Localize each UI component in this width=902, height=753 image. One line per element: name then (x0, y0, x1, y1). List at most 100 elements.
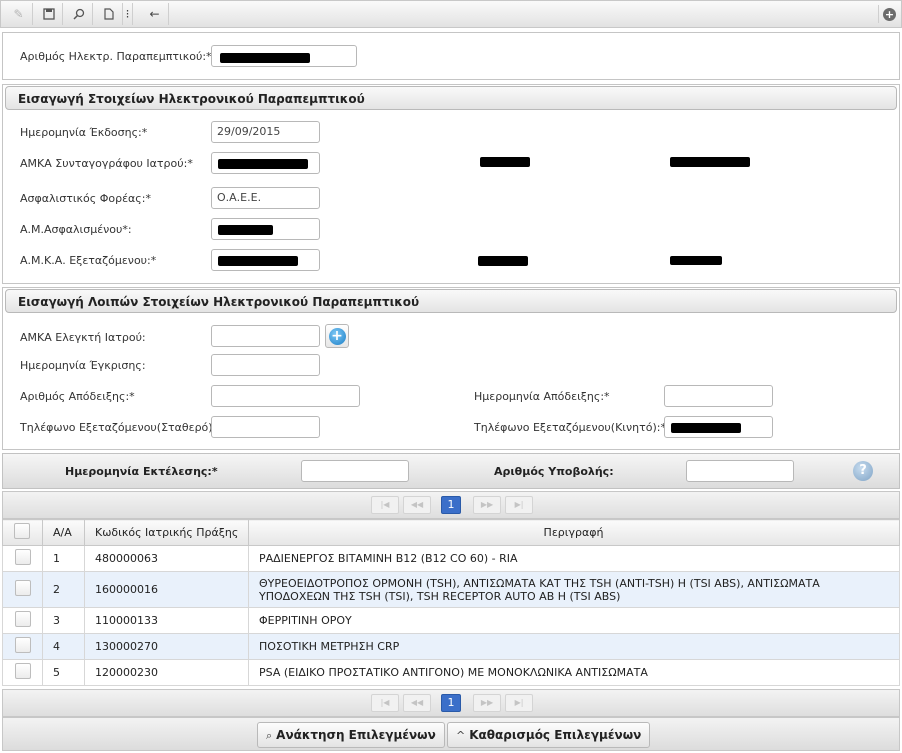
next-page-button[interactable]: ▶▶ (473, 496, 501, 514)
row-aa: 1 (42, 545, 85, 572)
redacted-text (220, 53, 310, 63)
submission-number-label: Αριθμός Υποβολής: (494, 465, 614, 478)
select-all-header[interactable] (2, 519, 43, 546)
add-circle-icon[interactable]: + (878, 5, 896, 23)
new-document-icon[interactable] (95, 3, 123, 25)
redacted-text (480, 157, 530, 167)
row-code: 480000063 (84, 545, 249, 572)
last-page-button[interactable]: ▶| (505, 694, 533, 712)
first-page-button[interactable]: |◀ (371, 496, 399, 514)
row-aa: 2 (42, 571, 85, 608)
patient-amka-input[interactable] (211, 249, 320, 271)
search-icon[interactable] (65, 3, 93, 25)
search-icon: ⌕ (266, 729, 273, 742)
row-aa: 4 (42, 633, 85, 660)
clear-selected-button[interactable]: ^ Καθαρισμός Επιλεγμένων (447, 722, 651, 748)
row-code: 160000016 (84, 571, 249, 608)
insured-number-input[interactable] (211, 218, 320, 240)
add-auditor-button[interactable]: + (325, 324, 349, 348)
filter-bar: Ημερομηνία Εκτέλεσης:* Αριθμός Υποβολής:… (2, 453, 900, 489)
procedures-table: Α/Α Κωδικός Ιατρικής Πράξης Περιγραφή 1 … (2, 519, 900, 686)
redacted-text (671, 423, 741, 433)
row-checkbox[interactable] (14, 611, 31, 627)
last-page-button[interactable]: ▶| (505, 496, 533, 514)
other-section-title: Εισαγωγή Λοιπών Στοιχείων Ηλεκτρονικού Π… (5, 289, 897, 313)
row-select-cell[interactable] (2, 607, 43, 634)
referral-number-input[interactable] (211, 45, 357, 67)
retrieve-selected-button[interactable]: ⌕ Ανάκτηση Επιλεγμένων (257, 722, 445, 748)
prescriber-amka-input[interactable] (211, 152, 320, 174)
issue-date-label: Ημερομηνία Έκδοσης:* (20, 126, 148, 139)
first-page-button[interactable]: |◀ (371, 694, 399, 712)
redacted-text (218, 225, 273, 235)
receipt-number-input[interactable] (211, 385, 360, 407)
redacted-text (218, 256, 298, 266)
row-description: PSA (ΕΙΔΙΚΟ ΠΡΟΣΤΑΤΙΚΟ ΑΝΤΙΓΟΝΟ) ΜΕ ΜΟΝΟ… (248, 659, 900, 686)
row-select-cell[interactable] (2, 545, 43, 572)
row-description: ΦΕΡΡΙΤΙΝΗ ΟΡΟΥ (248, 607, 900, 634)
approval-date-input[interactable] (211, 354, 320, 376)
row-checkbox[interactable] (14, 637, 31, 653)
row-aa: 5 (42, 659, 85, 686)
entry-section-title: Εισαγωγή Στοιχείων Ηλεκτρονικού Παραπεμπ… (5, 86, 897, 110)
patient-amka-label: Α.Μ.Κ.Α. Εξεταζόμενου:* (20, 254, 157, 267)
separator-icon: ⁝ (123, 3, 133, 25)
table-row[interactable]: 5 120000230 PSA (ΕΙΔΙΚΟ ΠΡΟΣΤΑΤΙΚΟ ΑΝΤΙΓ… (2, 659, 900, 686)
row-code: 110000133 (84, 607, 249, 634)
save-icon[interactable] (35, 3, 63, 25)
table-row[interactable]: 2 160000016 ΘΥΡΕΟΕΙΔΟΤΡΟΠΟΣ ΟΡΜΟΝΗ (TSH)… (2, 571, 900, 608)
current-page-button[interactable]: 1 (441, 694, 461, 712)
column-header-description[interactable]: Περιγραφή (248, 519, 900, 546)
receipt-date-input[interactable] (664, 385, 773, 407)
row-select-cell[interactable] (2, 571, 43, 608)
auditor-amka-label: ΑΜΚΑ Ελεγκτή Ιατρού: (20, 331, 146, 344)
action-bar: ⌕ Ανάκτηση Επιλεγμένων ^ Καθαρισμός Επιλεγ… (2, 717, 900, 751)
mobile-label: Τηλέφωνο Εξεταζόμενου(Κινητό):* (474, 421, 666, 434)
pager-top: |◀ ◀◀ 1 ▶▶ ▶| (2, 491, 900, 519)
retrieve-selected-label: Ανάκτηση Επιλεγμένων (276, 728, 436, 742)
prev-page-button[interactable]: ◀◀ (403, 694, 431, 712)
current-page-button[interactable]: 1 (441, 496, 461, 514)
pencil-icon[interactable]: ✎ (5, 3, 33, 25)
execution-date-input[interactable] (301, 460, 409, 482)
toolbar: ✎ ⁝ ← + (0, 0, 902, 28)
row-select-cell[interactable] (2, 659, 43, 686)
row-description: ΘΥΡΕΟΕΙΔΟΤΡΟΠΟΣ ΟΡΜΟΝΗ (TSH), ΑΝΤΙΣΩΜΑΤΑ… (248, 571, 900, 608)
row-description: ΡΑΔΙΕΝΕΡΓΟΣ ΒΙΤΑΜΙΝΗ Β12 (Β12 CO 60) - R… (248, 545, 900, 572)
submission-number-input[interactable] (686, 460, 794, 482)
landline-input[interactable] (211, 416, 320, 438)
back-arrow-icon[interactable]: ← (141, 3, 169, 25)
row-checkbox[interactable] (14, 580, 31, 596)
table-row[interactable]: 4 130000270 ΠΟΣΟΤΙΚΗ ΜΕΤΡΗΣΗ CRP (2, 633, 900, 660)
mobile-input[interactable] (664, 416, 773, 438)
column-header-code[interactable]: Κωδικός Ιατρικής Πράξης (84, 519, 249, 546)
table-row[interactable]: 3 110000133 ΦΕΡΡΙΤΙΝΗ ΟΡΟΥ (2, 607, 900, 634)
clear-selected-label: Καθαρισμός Επιλεγμένων (469, 728, 642, 742)
row-description: ΠΟΣΟΤΙΚΗ ΜΕΤΡΗΣΗ CRP (248, 633, 900, 660)
approval-date-label: Ημερομηνία Έγκρισης: (20, 359, 146, 372)
row-code: 120000230 (84, 659, 249, 686)
row-checkbox[interactable] (14, 549, 31, 565)
redacted-text (670, 157, 750, 167)
insurer-label: Ασφαλιστικός Φορέας:* (20, 192, 151, 205)
prev-page-button[interactable]: ◀◀ (403, 496, 431, 514)
referral-number-panel: Αριθμός Ηλεκτρ. Παραπεμπτικού:* (2, 32, 900, 80)
insurer-input[interactable]: Ο.Α.Ε.Ε. (211, 187, 320, 209)
select-all-checkbox[interactable] (14, 523, 30, 539)
execution-date-label: Ημερομηνία Εκτέλεσης:* (65, 465, 218, 478)
prescriber-amka-label: ΑΜΚΑ Συνταγογράφου Ιατρού:* (20, 157, 193, 170)
landline-label: Τηλέφωνο Εξεταζόμενου(Σταθερό):* (20, 421, 222, 434)
row-select-cell[interactable] (2, 633, 43, 660)
redacted-text (478, 256, 528, 266)
receipt-date-label: Ημερομηνία Απόδειξης:* (474, 390, 610, 403)
table-row[interactable]: 1 480000063 ΡΑΔΙΕΝΕΡΓΟΣ ΒΙΤΑΜΙΝΗ Β12 (Β1… (2, 545, 900, 572)
redacted-text (670, 256, 722, 265)
plus-icon: + (328, 327, 346, 345)
help-icon[interactable]: ? (853, 461, 873, 481)
row-aa: 3 (42, 607, 85, 634)
row-checkbox[interactable] (14, 663, 31, 679)
auditor-amka-input[interactable] (211, 325, 320, 347)
next-page-button[interactable]: ▶▶ (473, 694, 501, 712)
column-header-aa[interactable]: Α/Α (42, 519, 85, 546)
issue-date-input[interactable]: 29/09/2015 (211, 121, 320, 143)
